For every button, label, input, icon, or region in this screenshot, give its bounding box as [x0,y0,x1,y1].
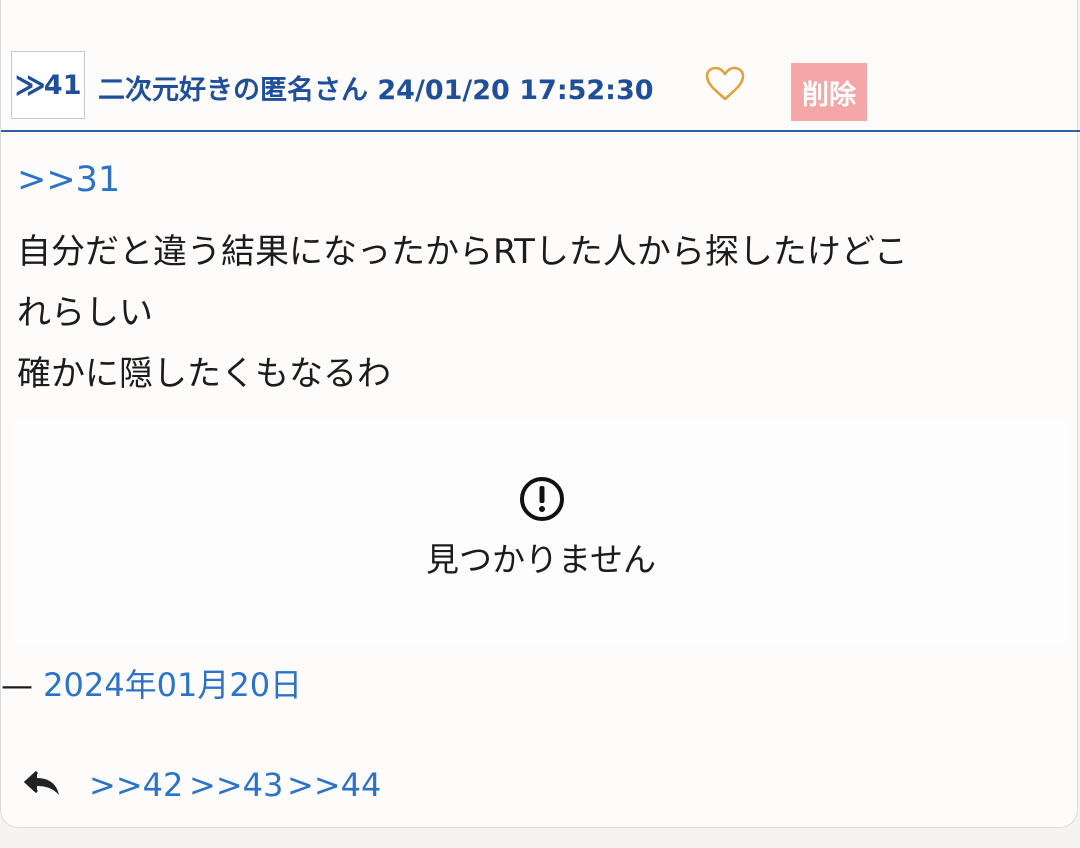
date-dash: — [1,666,33,704]
post-body: 自分だと違う結果になったからRTした人から探したけどこ れらしい 確かに隠したく… [17,222,1067,405]
poster-name-and-timestamp: 二次元好きの匿名さん 24/01/20 17:52:30 [98,75,654,106]
post-header: ≫ 41 二次元好きの匿名さん 24/01/20 17:52:30 削除 [1,48,1080,132]
reply-link-44[interactable]: >>44 [287,766,381,804]
post-number-button[interactable]: ≫ 41 [11,51,85,119]
heart-icon[interactable] [705,66,745,102]
body-line: れらしい [17,293,153,333]
post-card: ≫ 41 二次元好きの匿名さん 24/01/20 17:52:30 削除 >>3… [0,0,1080,828]
embed-date-line: — 2024年01月20日 [1,660,302,706]
reply-link-43[interactable]: >>43 [189,766,283,804]
delete-button[interactable]: 削除 [791,63,867,121]
reply-link-42[interactable]: >>42 [89,766,183,804]
body-line: 自分だと違う結果になったからRTした人から探したけどこ [17,232,908,272]
not-found-message: 見つかりません [425,540,656,579]
reply-all-icon[interactable] [23,768,61,798]
reply-anchor-link[interactable]: >>31 [17,160,120,200]
post-number: 41 [43,69,82,101]
double-chevron-icon: ≫ [14,67,46,103]
embed-date-link[interactable]: 2024年01月20日 [43,666,302,704]
body-line: 確かに隠したくもなるわ [17,354,391,394]
alert-circle-icon [520,477,564,521]
